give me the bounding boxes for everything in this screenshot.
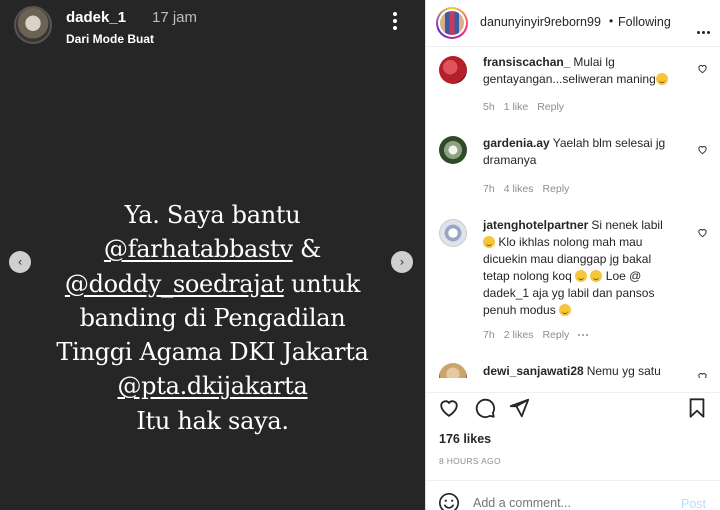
- heart-icon[interactable]: [697, 63, 708, 74]
- mention-link[interactable]: @pta.dkijakarta: [117, 372, 307, 400]
- post-timestamp: 8 HOURS AGO: [439, 456, 501, 466]
- post-header: danunyinyir9reborn99 • Following: [426, 0, 720, 47]
- comment-meta: 7h 4 likes Reply: [483, 183, 578, 195]
- share-send-icon[interactable]: [508, 397, 530, 419]
- comment-username[interactable]: fransiscachan_: [483, 55, 570, 69]
- heart-icon[interactable]: [697, 371, 708, 378]
- comment-text: jatenghotelpartner Si nenek labil Klo ikh…: [483, 217, 678, 319]
- story-text-fragment: untuk: [283, 269, 361, 298]
- comment-meta: 5h 1 like Reply: [483, 101, 573, 113]
- story-header: dadek_1 17 jam Dari Mode Buat: [14, 6, 414, 46]
- account-avatar[interactable]: [436, 7, 468, 39]
- next-story-button[interactable]: ›: [391, 251, 413, 273]
- reply-button[interactable]: Reply: [542, 183, 569, 195]
- comment-time: 7h: [483, 329, 495, 341]
- commenter-avatar[interactable]: [439, 136, 467, 164]
- commenter-avatar[interactable]: [439, 56, 467, 84]
- header-separator: •: [609, 14, 614, 28]
- story-pagination-dots: [193, 505, 214, 510]
- commenter-avatar[interactable]: [439, 363, 467, 378]
- comment-options-icon[interactable]: [578, 329, 590, 341]
- story-line: Tinggi Agama DKI Jakarta: [56, 338, 369, 367]
- comment-likes[interactable]: 2 likes: [504, 329, 534, 341]
- story-caption: Ya. Saya bantu @farhatabbastv & @doddy_s…: [0, 198, 425, 438]
- more-options-icon[interactable]: [697, 21, 712, 39]
- comment-bubble-icon[interactable]: [474, 397, 496, 419]
- story-line: banding di Pengadilan: [79, 303, 346, 332]
- reply-button[interactable]: Reply: [542, 329, 569, 341]
- comment-input[interactable]: [473, 496, 673, 510]
- comments-sidebar: danunyinyir9reborn99 • Following fransis…: [425, 0, 720, 510]
- story-line: @doddy_soedrajat untuk: [0, 267, 425, 301]
- comment-content: Si nenek labil: [591, 218, 663, 232]
- previous-story-button[interactable]: ‹: [9, 251, 31, 273]
- comment-likes[interactable]: 1 like: [504, 101, 529, 113]
- story-user-avatar[interactable]: [14, 6, 52, 44]
- mention-link[interactable]: @farhatabbastv: [104, 235, 293, 263]
- more-options-icon[interactable]: [390, 10, 400, 34]
- comment-username[interactable]: jatenghotelpartner: [483, 218, 588, 232]
- comment-time: 7h: [483, 183, 495, 195]
- reply-button[interactable]: Reply: [537, 101, 564, 113]
- comment-text: dewi_sanjawati28 Nemu yg satu: [483, 363, 678, 378]
- story-line: Itu hak saya.: [136, 406, 289, 435]
- heart-icon[interactable]: [697, 144, 708, 155]
- story-line: @pta.dkijakarta: [0, 369, 425, 403]
- bookmark-icon[interactable]: [686, 397, 708, 419]
- comment-list: fransiscachan_ Mulai lg gentayangan...sel…: [426, 48, 720, 378]
- post-comment-button[interactable]: Post: [681, 497, 706, 510]
- story-line: @farhatabbastv &: [0, 232, 425, 266]
- comment-username[interactable]: gardenia.ay: [483, 136, 550, 150]
- add-comment-bar: Post: [426, 480, 720, 510]
- laughing-emoji-icon: [575, 270, 588, 282]
- laughing-emoji-icon: [559, 304, 572, 316]
- story-line: Ya. Saya bantu: [124, 201, 301, 229]
- comment-text: fransiscachan_ Mulai lg gentayangan...sel…: [483, 54, 678, 88]
- story-source-label: Dari Mode Buat: [66, 32, 155, 46]
- account-username[interactable]: danunyinyir9reborn99: [480, 15, 601, 29]
- comment-time: 5h: [483, 101, 495, 113]
- emoji-picker-icon[interactable]: [438, 492, 460, 510]
- like-count[interactable]: 176 likes: [439, 432, 491, 446]
- action-bar: [426, 392, 720, 420]
- like-heart-icon[interactable]: [438, 397, 460, 419]
- comment-content: Nemu yg satu: [586, 364, 661, 378]
- laughing-emoji-icon: [483, 236, 495, 248]
- story-username[interactable]: dadek_1: [66, 9, 126, 26]
- mention-link[interactable]: @doddy_soedrajat: [65, 270, 284, 298]
- comment-username[interactable]: dewi_sanjawati28: [483, 364, 584, 378]
- laughing-emoji-icon: [590, 270, 603, 282]
- comment-text: gardenia.ay Yaelah blm selesai jg dramany…: [483, 135, 678, 169]
- comment-likes[interactable]: 4 likes: [504, 183, 534, 195]
- story-viewer: dadek_1 17 jam Dari Mode Buat Ya. Saya b…: [0, 0, 425, 510]
- following-button[interactable]: Following: [618, 15, 671, 29]
- story-text-fragment: &: [292, 235, 322, 264]
- story-timestamp: 17 jam: [152, 9, 198, 26]
- heart-icon[interactable]: [697, 227, 708, 238]
- commenter-avatar[interactable]: [439, 219, 467, 247]
- comment-meta: 7h 2 likes Reply: [483, 329, 599, 341]
- laughing-emoji-icon: [655, 73, 668, 85]
